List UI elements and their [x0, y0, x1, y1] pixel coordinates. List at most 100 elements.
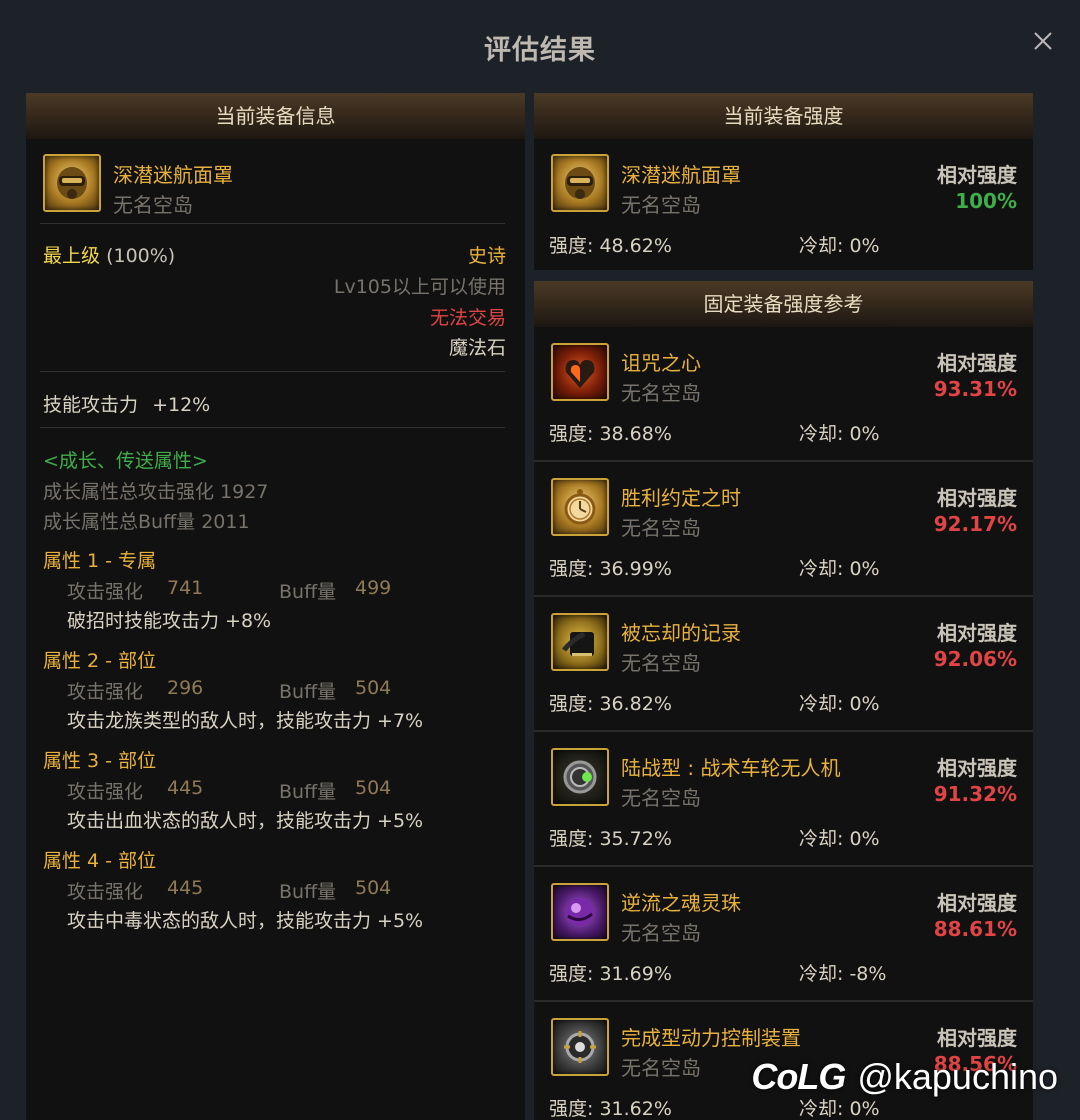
relative-strength-label: 相对强度	[937, 756, 1017, 780]
attribute-title: 属性 3 - 部位	[43, 750, 157, 772]
list-item[interactable]: 陆战型 : 战术车轮无人机 无名空岛 相对强度 91.32% 强度: 35.72…	[534, 732, 1033, 867]
growth-attack: 成长属性总攻击强化 1927	[43, 481, 269, 503]
relative-strength-value: 93.31%	[933, 377, 1017, 401]
material-label: 魔法石	[448, 337, 506, 359]
cooldown-value: 冷却: 0%	[799, 235, 880, 257]
relative-strength-label: 相对强度	[937, 163, 1017, 187]
item-name: 胜利约定之时	[621, 486, 741, 510]
item-name: 深潜迷航面罩	[113, 163, 233, 187]
list-item[interactable]: 胜利约定之时 无名空岛 相对强度 92.17% 强度: 36.99% 冷却: 0…	[534, 462, 1033, 597]
power-control-device-icon	[551, 1018, 609, 1076]
buff-value: 504	[355, 677, 392, 699]
rarity-label: 史诗	[467, 245, 506, 267]
attribute-title: 属性 1 - 专属	[43, 550, 157, 572]
skill-attack-row: 技能攻击力 +12%	[43, 390, 210, 417]
list-item[interactable]: 诅咒之心 无名空岛 相对强度 93.31% 强度: 38.68% 冷却: 0%	[534, 327, 1033, 462]
level-requirement: Lv105以上可以使用	[333, 276, 506, 298]
item-name: 逆流之魂灵珠	[621, 891, 741, 915]
trade-status: 无法交易	[429, 307, 506, 329]
panel-header: 当前装备强度	[534, 93, 1033, 139]
item-name: 深潜迷航面罩	[621, 163, 741, 187]
buff-label: Buff量	[279, 781, 337, 803]
buff-label: Buff量	[279, 881, 337, 903]
watermark-logo: CoLG	[751, 1056, 846, 1097]
cooldown-value: 冷却: 0%	[799, 693, 880, 715]
fixed-equipment-list: 诅咒之心 无名空岛 相对强度 93.31% 强度: 38.68% 冷却: 0% …	[534, 327, 1033, 1120]
divider	[40, 223, 505, 224]
relative-strength-label: 相对强度	[937, 351, 1017, 375]
skill-attack-value: +12%	[152, 394, 211, 416]
item-source: 无名空岛	[621, 193, 701, 217]
attribute-title: 属性 4 - 部位	[43, 850, 157, 872]
grade-row: 最上级 (100%)	[43, 241, 175, 268]
relative-strength-label: 相对强度	[937, 621, 1017, 645]
growth-title: <成长、传送属性>	[43, 450, 208, 472]
attack-value: 741	[167, 577, 204, 599]
strength-value: 强度: 31.62%	[549, 1098, 672, 1120]
list-item[interactable]: 逆流之魂灵珠 无名空岛 相对强度 88.61% 强度: 31.69% 冷却: -…	[534, 867, 1033, 1002]
attribute-title: 属性 2 - 部位	[43, 650, 157, 672]
relative-strength-value: 100%	[955, 189, 1017, 213]
relative-strength-value: 92.17%	[933, 512, 1017, 536]
item-header: 深潜迷航面罩 无名空岛	[26, 139, 525, 227]
helmet-icon	[43, 154, 101, 212]
wheel-drone-icon	[551, 748, 609, 806]
list-item[interactable]: 被忘却的记录 无名空岛 相对强度 92.06% 强度: 36.82% 冷却: 0…	[534, 597, 1033, 732]
attribute-effect: 破招时技能攻击力 +8%	[67, 610, 272, 632]
relative-strength-value: 91.32%	[933, 782, 1017, 806]
item-name: 完成型动力控制装置	[621, 1026, 801, 1050]
item-source: 无名空岛	[621, 381, 701, 405]
helmet-icon	[551, 154, 609, 212]
item-source: 无名空岛	[113, 193, 193, 217]
pocket-watch-icon	[551, 478, 609, 536]
dialog-title: 评估结果	[484, 35, 596, 66]
item-name: 被忘却的记录	[621, 621, 741, 645]
relative-strength-value: 92.06%	[933, 647, 1017, 671]
attribute-effect: 攻击中毒状态的敌人时，技能攻击力 +5%	[67, 910, 424, 932]
strength-value: 强度: 36.99%	[549, 558, 672, 580]
forgotten-record-icon	[551, 613, 609, 671]
growth-buff: 成长属性总Buff量 2011	[43, 511, 250, 533]
watermark-user: @kapuchino	[857, 1056, 1058, 1097]
relative-strength-label: 相对强度	[937, 1026, 1017, 1050]
item-source: 无名空岛	[621, 651, 701, 675]
item-source: 无名空岛	[621, 786, 701, 810]
attack-value: 445	[167, 777, 204, 799]
cooldown-value: 冷却: 0%	[799, 558, 880, 580]
item-source: 无名空岛	[621, 1056, 701, 1080]
cooldown-value: 冷却: 0%	[799, 423, 880, 445]
strength-value: 强度: 31.69%	[549, 963, 672, 985]
relative-strength-value: 88.61%	[933, 917, 1017, 941]
strength-value: 强度: 38.68%	[549, 423, 672, 445]
cooldown-value: 冷却: -8%	[799, 963, 887, 985]
relative-strength-label: 相对强度	[937, 891, 1017, 915]
spirit-orb-icon	[551, 883, 609, 941]
item-source: 无名空岛	[621, 516, 701, 540]
divider	[40, 427, 505, 428]
attack-label: 攻击强化	[67, 881, 144, 903]
buff-value: 504	[355, 877, 392, 899]
item-source: 无名空岛	[621, 921, 701, 945]
watermark: CoLG @kapuchino	[751, 1053, 1058, 1101]
skill-attack-label: 技能攻击力	[43, 394, 139, 416]
buff-label: Buff量	[279, 581, 337, 603]
attack-label: 攻击强化	[67, 681, 144, 703]
buff-value: 504	[355, 777, 392, 799]
cursed-heart-icon	[551, 343, 609, 401]
grade-percent: (100%)	[106, 245, 176, 267]
attack-value: 445	[167, 877, 204, 899]
strength-value: 强度: 35.72%	[549, 828, 672, 850]
grade-label: 最上级	[43, 245, 101, 267]
cooldown-value: 冷却: 0%	[799, 828, 880, 850]
buff-value: 499	[355, 577, 392, 599]
panel-header: 当前装备信息	[26, 93, 525, 139]
fixed-equipment-reference-panel: 固定装备强度参考 诅咒之心 无名空岛 相对强度 93.31% 强度: 38.68…	[534, 281, 1033, 1120]
panel-header: 固定装备强度参考	[534, 281, 1033, 327]
close-icon[interactable]	[1032, 30, 1054, 52]
current-equipment-info-panel: 当前装备信息 深潜迷航面罩 无名空岛 最上级 (100%) 史诗 Lv105以上…	[26, 93, 525, 1120]
current-equipment-strength-panel: 当前装备强度 深潜迷航面罩 无名空岛 相对强度 100% 强度: 48.62% …	[534, 93, 1033, 270]
divider	[40, 371, 505, 372]
attribute-effect: 攻击出血状态的敌人时，技能攻击力 +5%	[67, 810, 424, 832]
item-name: 诅咒之心	[621, 351, 701, 375]
attribute-effect: 攻击龙族类型的敌人时，技能攻击力 +7%	[67, 710, 424, 732]
